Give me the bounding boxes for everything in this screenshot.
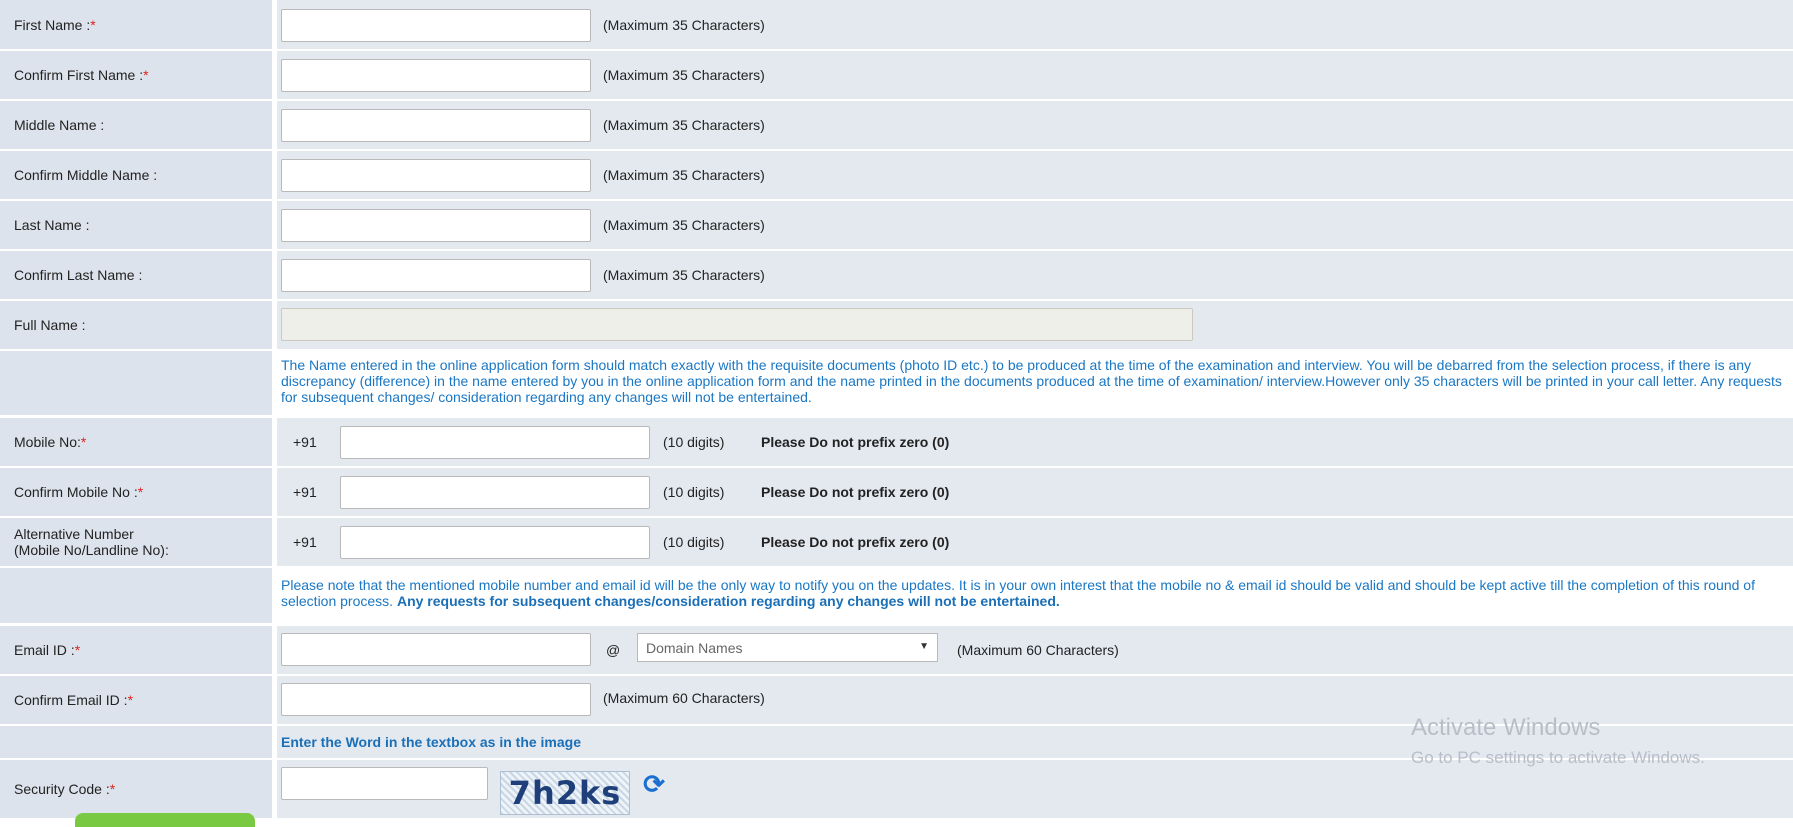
confirm-first-name-label: Confirm First Name : * [0,51,272,99]
row-mobile: Mobile No: * +91 (10 digits) Please Do no… [0,418,1793,466]
full-name-input [281,308,1193,341]
row-alt-number: Alternative Number (Mobile No/Landline N… [0,518,1793,566]
row-name-notice: The Name entered in the online applicati… [0,351,1793,415]
email-label: Email ID : * [0,626,272,674]
alt-number-label: Alternative Number (Mobile No/Landline N… [0,518,272,566]
confirm-mobile-label: Confirm Mobile No : * [0,468,272,516]
row-first-name: First Name : * (Maximum 35 Characters) [0,0,1793,49]
watermark-title: Activate Windows [1411,714,1601,741]
first-name-hint: (Maximum 35 Characters) [603,17,765,33]
confirm-middle-name-input[interactable] [281,159,591,192]
confirm-mobile-country-code: +91 [293,484,317,500]
mobile-input[interactable] [340,426,650,459]
row-email: Email ID : * @ Domain Names ▼ (Maximum 60… [0,626,1793,674]
confirm-email-input[interactable] [281,683,591,716]
alt-number-country-code: +91 [293,534,317,550]
first-name-input[interactable] [281,9,591,42]
row-contact-notice: Please note that the mentioned mobile nu… [0,568,1793,623]
contact-notice-bold: Any requests for subsequent changes/cons… [396,593,1060,609]
row-confirm-last-name: Confirm Last Name : (Maximum 35 Characte… [0,251,1793,299]
row-confirm-first-name: Confirm First Name : * (Maximum 35 Chara… [0,51,1793,99]
middle-name-hint: (Maximum 35 Characters) [603,117,765,133]
captcha-instruction-label-cell [0,726,272,758]
row-full-name: Full Name : [0,301,1793,349]
confirm-middle-name-hint: (Maximum 35 Characters) [603,167,765,183]
last-name-label: Last Name : [0,201,272,249]
full-name-label: Full Name : [0,301,272,349]
mobile-hint: (10 digits) [663,434,725,450]
email-hint: (Maximum 60 Characters) [957,642,1119,658]
mobile-label: Mobile No: * [0,418,272,466]
captcha-instruction: Enter the Word in the textbox as in the … [281,734,582,750]
alt-number-warning: Please Do not prefix zero (0) [761,534,950,550]
confirm-last-name-input[interactable] [281,259,591,292]
mobile-country-code: +91 [293,434,317,450]
confirm-email-hint: (Maximum 60 Characters) [603,690,765,706]
contact-notice-label-cell [0,568,272,623]
captcha-image: 7h2ks [500,771,630,815]
confirm-mobile-warning: Please Do not prefix zero (0) [761,484,950,500]
name-notice-text: The Name entered in the online applicati… [281,357,1782,405]
contact-notice-text: Please note that the mentioned mobile nu… [281,577,1755,609]
mobile-warning: Please Do not prefix zero (0) [761,434,950,450]
alt-number-input[interactable] [340,526,650,559]
name-notice-label-cell [0,351,272,415]
middle-name-input[interactable] [281,109,591,142]
confirm-mobile-hint: (10 digits) [663,484,725,500]
row-security-code: Security Code : * [0,760,1793,818]
refresh-icon[interactable]: ⟳ [640,769,668,799]
middle-name-label: Middle Name : [0,101,272,149]
confirm-last-name-label: Confirm Last Name : [0,251,272,299]
email-input[interactable] [281,633,591,666]
confirm-last-name-hint: (Maximum 35 Characters) [603,267,765,283]
submit-button-partial[interactable] [75,813,255,827]
chevron-down-icon: ▼ [919,641,929,652]
confirm-email-label: Confirm Email ID : * [0,676,272,724]
confirm-first-name-input[interactable] [281,59,591,92]
email-domain-select[interactable]: Domain Names ▼ [637,633,938,662]
confirm-middle-name-label: Confirm Middle Name : [0,151,272,199]
row-last-name: Last Name : (Maximum 35 Characters) [0,201,1793,249]
confirm-mobile-input[interactable] [340,476,650,509]
confirm-first-name-hint: (Maximum 35 Characters) [603,67,765,83]
security-code-input[interactable] [281,767,488,800]
last-name-hint: (Maximum 35 Characters) [603,217,765,233]
row-confirm-mobile: Confirm Mobile No : * +91 (10 digits) Ple… [0,468,1793,516]
alt-number-hint: (10 digits) [663,534,725,550]
security-code-label: Security Code : * [0,760,272,818]
watermark-subtitle: Go to PC settings to activate Windows. [1411,748,1705,767]
row-middle-name: Middle Name : (Maximum 35 Characters) [0,101,1793,149]
row-confirm-middle-name: Confirm Middle Name : (Maximum 35 Charac… [0,151,1793,199]
first-name-label: First Name : * [0,0,272,49]
last-name-input[interactable] [281,209,591,242]
email-at-symbol: @ [606,642,621,658]
